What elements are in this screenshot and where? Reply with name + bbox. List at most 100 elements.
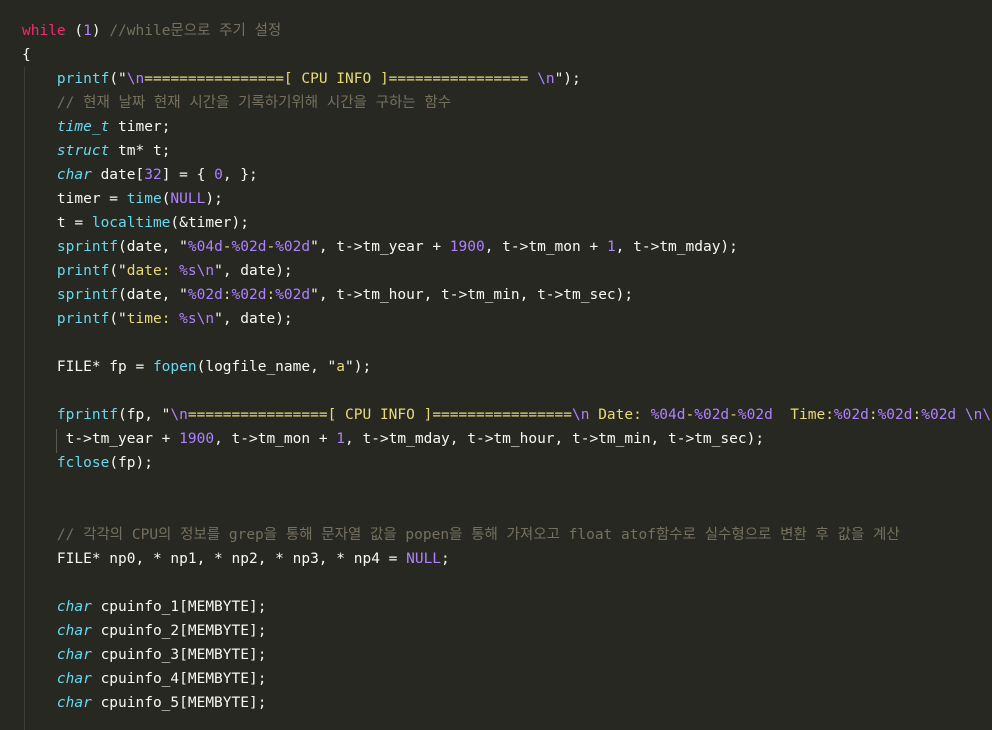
code-token: - (266, 239, 276, 255)
code-line[interactable]: // 각각의 CPU의 정보를 grep을 통해 문자열 값을 popen을 통… (0, 523, 992, 547)
code-line[interactable]: time_t timer; (0, 115, 992, 139)
code-line[interactable] (0, 499, 992, 523)
code-token: %02d (877, 407, 913, 423)
code-token: ; (441, 551, 450, 567)
code-token: //while문으로 주기 설정 (109, 23, 282, 39)
code-token: char (56, 647, 92, 663)
code-line[interactable]: char date[32] = { 0, }; (0, 163, 992, 187)
code-token: cpuinfo_1[MEMBYTE]; (91, 599, 267, 615)
code-line[interactable]: t->tm_year + 1900, t->tm_mon + 1, t->tm_… (0, 427, 992, 451)
code-token: ================[ CPU INFO ]============… (144, 71, 538, 87)
code-token: sprintf (56, 287, 119, 303)
code-token: printf (56, 311, 110, 327)
code-token: // 각각의 CPU의 정보를 grep을 통해 문자열 값을 popen을 통… (56, 527, 900, 543)
code-token: char (56, 623, 92, 639)
code-token: date: (126, 263, 180, 279)
code-line[interactable]: sprintf(date, "%04d-%02d-%02d", t->tm_ye… (0, 235, 992, 259)
code-token: %02d (275, 287, 311, 303)
code-token: { (22, 47, 31, 63)
code-token: %02d (231, 239, 267, 255)
code-line[interactable]: FILE* np0, * np1, * np2, * np3, * np4 = … (0, 547, 992, 571)
code-token: (" (109, 263, 127, 279)
code-line[interactable]: char cpuinfo_2[MEMBYTE]; (0, 619, 992, 643)
code-token: struct (56, 143, 110, 159)
code-token: , t->tm_mday); (615, 239, 738, 255)
code-token: FILE* np0, * np1, * np2, * np3, * np4 = (22, 551, 407, 567)
code-token: %02d (737, 407, 773, 423)
code-line[interactable]: printf("date: %s\n", date); (0, 259, 992, 283)
code-line[interactable]: char cpuinfo_5[MEMBYTE]; (0, 691, 992, 715)
code-line[interactable]: char cpuinfo_4[MEMBYTE]; (0, 667, 992, 691)
code-token: ) (91, 23, 110, 39)
code-line[interactable]: char cpuinfo_3[MEMBYTE]; (0, 643, 992, 667)
code-token: (fp, " (118, 407, 171, 423)
code-token: 1900 (179, 431, 215, 447)
code-token: ( (65, 23, 84, 39)
code-line[interactable] (0, 331, 992, 355)
code-token: %02d (921, 407, 957, 423)
code-line[interactable] (0, 571, 992, 595)
code-line[interactable]: { (0, 43, 992, 67)
code-token: \n (126, 71, 145, 87)
code-line[interactable]: // 현재 날짜 현재 시간을 기록하기위해 시간을 구하는 함수 (0, 91, 992, 115)
code-line[interactable] (0, 379, 992, 403)
code-token: %02d (275, 239, 311, 255)
code-token: (logfile_name, " (196, 359, 337, 375)
code-token: 1 (336, 431, 346, 447)
code-token: // 현재 날짜 현재 시간을 기록하기위해 시간을 구하는 함수 (56, 95, 452, 111)
code-token: cpuinfo_3[MEMBYTE]; (91, 647, 267, 663)
code-token: , t->tm_mon + (484, 239, 607, 255)
code-line[interactable]: fprintf(fp, "\n================[ CPU INF… (0, 403, 992, 427)
code-line[interactable]: timer = time(NULL); (0, 187, 992, 211)
code-token: %s\n (179, 311, 215, 327)
code-token: fopen (152, 359, 197, 375)
code-line[interactable]: char cpuinfo_1[MEMBYTE]; (0, 595, 992, 619)
code-token: localtime (91, 215, 171, 231)
code-token: Time: (772, 407, 834, 423)
code-line[interactable]: while (1) //while문으로 주기 설정 (0, 19, 992, 43)
code-token: : (266, 287, 276, 303)
code-token: time_t (56, 119, 110, 135)
code-line[interactable]: printf("\n================[ CPU INFO ]==… (0, 67, 992, 91)
code-token: ", t->tm_hour, t->tm_min, t->tm_sec); (310, 287, 634, 303)
code-token: (&timer); (170, 215, 249, 231)
code-token: : (868, 407, 878, 423)
code-token: char (56, 695, 92, 711)
code-area[interactable]: while (1) //while문으로 주기 설정{ printf("\n==… (0, 19, 992, 715)
code-line[interactable]: t = localtime(&timer); (0, 211, 992, 235)
code-line[interactable] (0, 475, 992, 499)
code-token: while (22, 23, 66, 39)
code-line[interactable]: printf("time: %s\n", date); (0, 307, 992, 331)
code-token: t = (56, 215, 92, 231)
code-token: fprintf (56, 407, 119, 423)
code-line[interactable]: FILE* fp = fopen(logfile_name, "a"); (0, 355, 992, 379)
code-token: printf (56, 71, 110, 87)
code-token: 1 (606, 239, 616, 255)
code-token: (date, " (118, 287, 188, 303)
code-token: (date, " (118, 239, 188, 255)
code-line[interactable]: fclose(fp); (0, 451, 992, 475)
code-editor[interactable]: while (1) //while문으로 주기 설정{ printf("\n==… (0, 0, 992, 730)
code-line[interactable]: struct tm* t; (0, 139, 992, 163)
code-token: %02d (231, 287, 267, 303)
code-token: 32 (144, 167, 162, 183)
code-token: ", date); (214, 311, 293, 327)
code-token: sprintf (56, 239, 119, 255)
code-token: , }; (222, 167, 258, 183)
code-line[interactable]: sprintf(date, "%02d:%02d:%02d", t->tm_ho… (0, 283, 992, 307)
code-token: ", t->tm_year + (310, 239, 450, 255)
